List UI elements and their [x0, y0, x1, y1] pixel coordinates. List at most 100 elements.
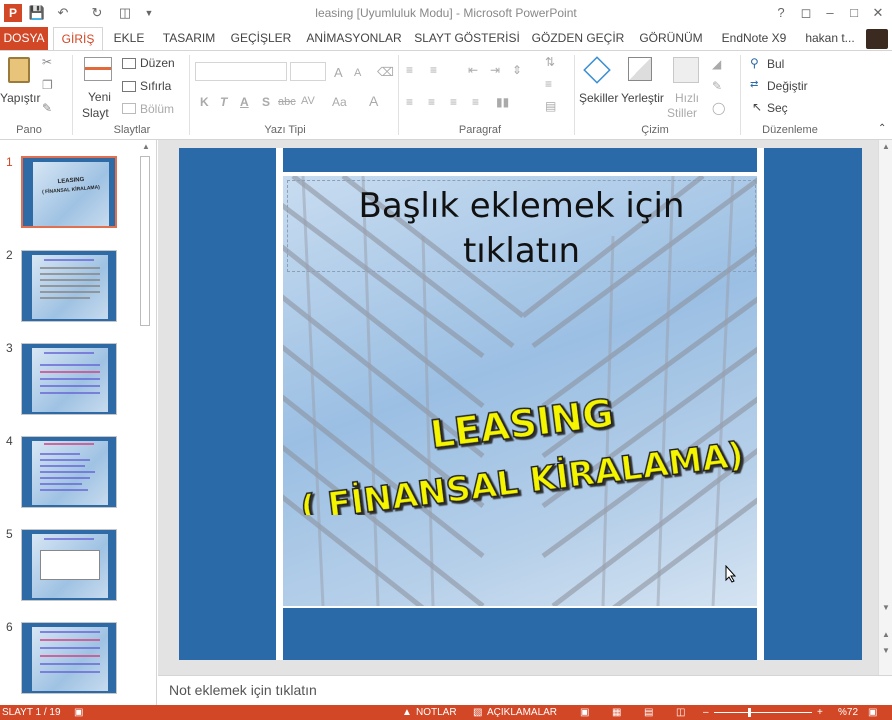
- tab-gorunum[interactable]: GÖRÜNÜM: [636, 27, 706, 50]
- font-color-button[interactable]: A: [369, 93, 378, 109]
- shape-effects-icon[interactable]: ◯: [712, 101, 725, 115]
- ribbon-display-icon[interactable]: ◻: [797, 4, 815, 22]
- fit-to-window-icon[interactable]: ▣: [868, 707, 877, 718]
- justify-icon[interactable]: ≡: [472, 95, 479, 109]
- shapes-icon[interactable]: [583, 56, 611, 84]
- quick-styles-label-2[interactable]: Stiller: [667, 106, 697, 120]
- slideshow-view-icon[interactable]: ◫: [676, 707, 685, 718]
- zoom-out-icon[interactable]: –: [703, 707, 709, 718]
- layout-icon[interactable]: [122, 58, 136, 69]
- zoom-in-icon[interactable]: +: [817, 707, 823, 718]
- zoom-level[interactable]: %72: [838, 707, 858, 718]
- tab-animasyonlar[interactable]: ANİMASYONLAR: [302, 27, 406, 50]
- change-case-button[interactable]: Aa: [332, 95, 347, 109]
- shadow-button[interactable]: S: [262, 95, 270, 109]
- tab-tasarim[interactable]: TASARIM: [158, 27, 220, 50]
- tab-endnote[interactable]: EndNote X9: [714, 27, 794, 50]
- find-icon[interactable]: ⚲: [750, 56, 759, 70]
- bullets-icon[interactable]: ≡: [406, 63, 413, 77]
- font-name-box[interactable]: [195, 62, 287, 81]
- layout-button[interactable]: Düzen: [140, 56, 175, 70]
- scroll-thumb[interactable]: [140, 156, 150, 326]
- close-icon[interactable]: ✕: [869, 4, 887, 22]
- paste-icon[interactable]: [8, 57, 30, 83]
- paste-button[interactable]: Yapıştır: [0, 91, 40, 105]
- shrink-font-button[interactable]: A: [354, 67, 361, 79]
- notes-icon[interactable]: ▲: [402, 707, 412, 718]
- normal-view-icon[interactable]: ▣: [580, 707, 589, 718]
- slide-thumbnail-6[interactable]: [21, 622, 117, 694]
- cut-icon[interactable]: ✂: [42, 55, 52, 69]
- strikethrough-button[interactable]: abc: [278, 96, 296, 108]
- collapse-ribbon-icon[interactable]: ⌃: [878, 123, 886, 134]
- slide-scrollbar[interactable]: ▲ ▼ ▲ ▼: [878, 140, 892, 675]
- grow-font-button[interactable]: A: [334, 65, 343, 80]
- prev-slide-icon[interactable]: ▲: [882, 630, 890, 639]
- quick-styles-icon[interactable]: [673, 57, 699, 83]
- user-name[interactable]: hakan t...: [800, 27, 860, 50]
- shapes-button[interactable]: Şekiller: [579, 91, 618, 105]
- comments-icon[interactable]: ▧: [473, 707, 482, 718]
- font-size-box[interactable]: [290, 62, 326, 81]
- slide-sorter-icon[interactable]: ▦: [612, 707, 621, 718]
- slide-thumbnail-5[interactable]: [21, 529, 117, 601]
- wordart-title[interactable]: LEASING ( FİNANSAL KİRALAMA): [290, 385, 760, 530]
- scroll-down-icon[interactable]: ▼: [882, 603, 890, 612]
- align-right-icon[interactable]: ≡: [450, 95, 457, 109]
- find-button[interactable]: Bul: [767, 57, 784, 71]
- tab-slayt-gosterisi[interactable]: SLAYT GÖSTERİSİ: [414, 27, 520, 50]
- new-slide-icon[interactable]: [84, 57, 112, 81]
- title-placeholder-text-2[interactable]: tıklatın: [287, 229, 756, 274]
- help-icon[interactable]: ?: [772, 4, 790, 22]
- section-icon[interactable]: [122, 103, 136, 114]
- shape-outline-icon[interactable]: ✎: [712, 79, 722, 93]
- tab-ekle[interactable]: EKLE: [108, 27, 150, 50]
- arrange-button[interactable]: Yerleştir: [621, 91, 664, 105]
- slide-thumbnail-1[interactable]: LEASING ( FİNANSAL KİRALAMA): [21, 156, 117, 228]
- quick-styles-label-1[interactable]: Hızlı: [675, 91, 699, 105]
- notes-button[interactable]: NOTLAR: [416, 707, 457, 718]
- scroll-up-icon[interactable]: ▲: [142, 142, 150, 151]
- new-slide-label-1[interactable]: Yeni: [88, 90, 111, 104]
- format-painter-icon[interactable]: ✎: [42, 101, 52, 115]
- text-direction-icon[interactable]: ⇅: [545, 55, 555, 69]
- zoom-slider-thumb[interactable]: [748, 708, 751, 717]
- italic-button[interactable]: T: [220, 95, 227, 109]
- tab-gecisler[interactable]: GEÇİŞLER: [228, 27, 294, 50]
- thumbnail-scrollbar[interactable]: ▲: [138, 142, 154, 702]
- reset-icon[interactable]: [122, 81, 136, 92]
- align-text-icon[interactable]: ≡: [545, 77, 552, 91]
- reading-view-icon[interactable]: ▤: [644, 707, 653, 718]
- slide-thumbnail-2[interactable]: [21, 250, 117, 322]
- increase-indent-icon[interactable]: ⇥: [490, 63, 500, 77]
- smartart-icon[interactable]: ▤: [545, 99, 556, 113]
- align-left-icon[interactable]: ≡: [406, 95, 413, 109]
- reset-button[interactable]: Sıfırla: [140, 79, 171, 93]
- copy-icon[interactable]: ❐: [42, 78, 53, 92]
- spell-check-icon[interactable]: ▣: [74, 707, 83, 718]
- select-icon[interactable]: ↖: [752, 100, 762, 114]
- bold-button[interactable]: K: [200, 95, 209, 109]
- select-button[interactable]: Seç: [767, 101, 788, 115]
- line-spacing-icon[interactable]: ⇕: [512, 63, 522, 77]
- underline-button[interactable]: A: [240, 95, 249, 109]
- next-slide-icon[interactable]: ▼: [882, 646, 890, 655]
- maximize-icon[interactable]: □: [845, 4, 863, 22]
- title-placeholder-text-1[interactable]: Başlık eklemek için: [287, 184, 756, 229]
- numbering-icon[interactable]: ≡: [430, 63, 437, 77]
- tab-giris[interactable]: GİRİŞ: [53, 27, 103, 50]
- avatar[interactable]: [866, 29, 888, 49]
- tab-gozden-gecir[interactable]: GÖZDEN GEÇİR: [528, 27, 628, 50]
- notes-placeholder[interactable]: Not eklemek için tıklatın: [169, 682, 317, 698]
- section-button[interactable]: Bölüm: [140, 102, 174, 116]
- align-center-icon[interactable]: ≡: [428, 95, 435, 109]
- new-slide-label-2[interactable]: Slayt: [82, 106, 109, 120]
- replace-button[interactable]: Değiştir: [767, 79, 808, 93]
- minimize-icon[interactable]: –: [821, 4, 839, 22]
- tab-dosya[interactable]: DOSYA: [0, 27, 48, 50]
- zoom-slider[interactable]: [714, 712, 812, 713]
- arrange-icon[interactable]: [628, 57, 652, 81]
- clear-format-icon[interactable]: ⌫: [377, 65, 394, 79]
- slide-thumbnail-4[interactable]: [21, 436, 117, 508]
- columns-icon[interactable]: ▮▮: [496, 95, 509, 109]
